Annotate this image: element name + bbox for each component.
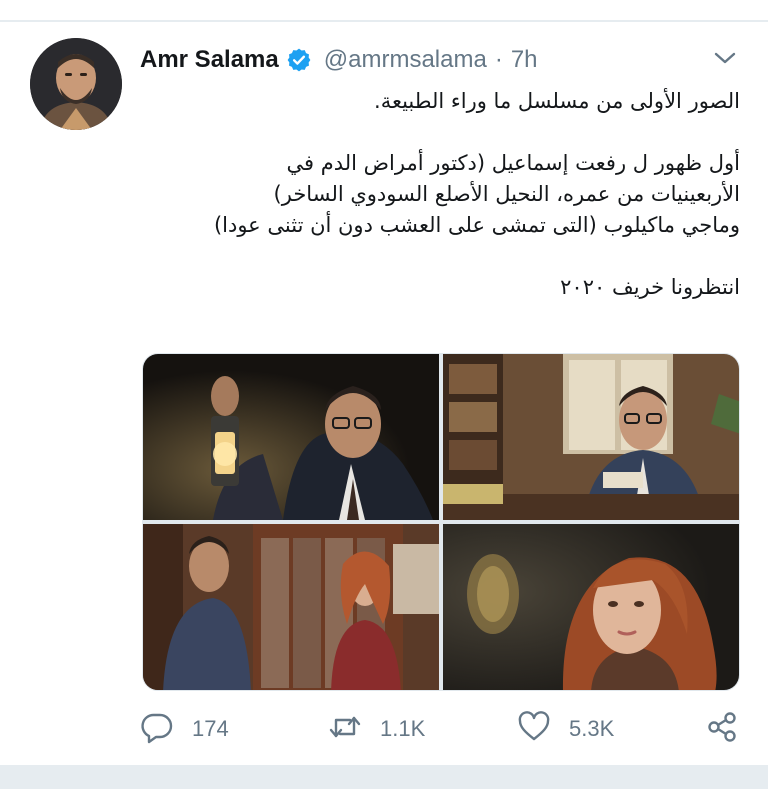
heart-icon <box>517 710 551 748</box>
display-name[interactable]: Amr Salama <box>140 46 279 74</box>
verified-badge-icon <box>286 47 312 73</box>
media-grid <box>142 353 740 691</box>
tweet-text-spacer <box>140 117 740 148</box>
like-count: 5.3K <box>569 716 615 741</box>
retweet-button[interactable]: 1.1K <box>328 704 425 754</box>
reply-icon <box>140 710 174 748</box>
tweet-text-spacer <box>140 241 740 272</box>
tweet-timestamp[interactable]: 7h <box>511 46 538 74</box>
tweet-header: Amr Salama @amrmsalama · 7h <box>140 40 740 80</box>
retweet-icon <box>328 710 362 748</box>
like-button[interactable]: 5.3K <box>517 704 614 754</box>
user-handle[interactable]: @amrmsalama <box>324 46 487 74</box>
media-photo-1[interactable] <box>143 354 439 520</box>
tweet-text-line: انتظرونا خريف ٢٠٢٠ <box>560 275 740 299</box>
reply-button[interactable]: 174 <box>140 704 229 754</box>
tweet-text-line: وماجي ماكيلوب (التى تمشى على العشب دون أ… <box>213 213 740 237</box>
tweet-text-line: الأربعينيات من عمره، النحيل الأصلع السود… <box>273 182 740 206</box>
tweet-actions: 174 1.1K 5.3K <box>140 704 750 754</box>
retweet-count: 1.1K <box>380 716 426 741</box>
tweet-text-line: الصور الأولى من مسلسل ما وراء الطبيعة. <box>374 89 740 113</box>
media-photo-4[interactable] <box>443 524 739 690</box>
media-photo-2[interactable] <box>443 354 739 520</box>
separator-dot: · <box>494 46 503 73</box>
share-icon <box>705 710 739 748</box>
top-divider <box>0 0 768 22</box>
chevron-down-icon[interactable] <box>712 48 738 68</box>
bottom-divider <box>0 765 768 789</box>
tweet-text: الصور الأولى من مسلسل ما وراء الطبيعة. أ… <box>140 86 740 303</box>
tweet-text-line: أول ظهور ل رفعت إسماعيل (دكتور أمراض الد… <box>286 151 740 175</box>
avatar[interactable] <box>30 38 122 130</box>
media-photo-3[interactable] <box>143 524 439 690</box>
avatar-photo <box>30 38 122 130</box>
share-button[interactable] <box>705 704 739 754</box>
reply-count: 174 <box>192 716 229 741</box>
